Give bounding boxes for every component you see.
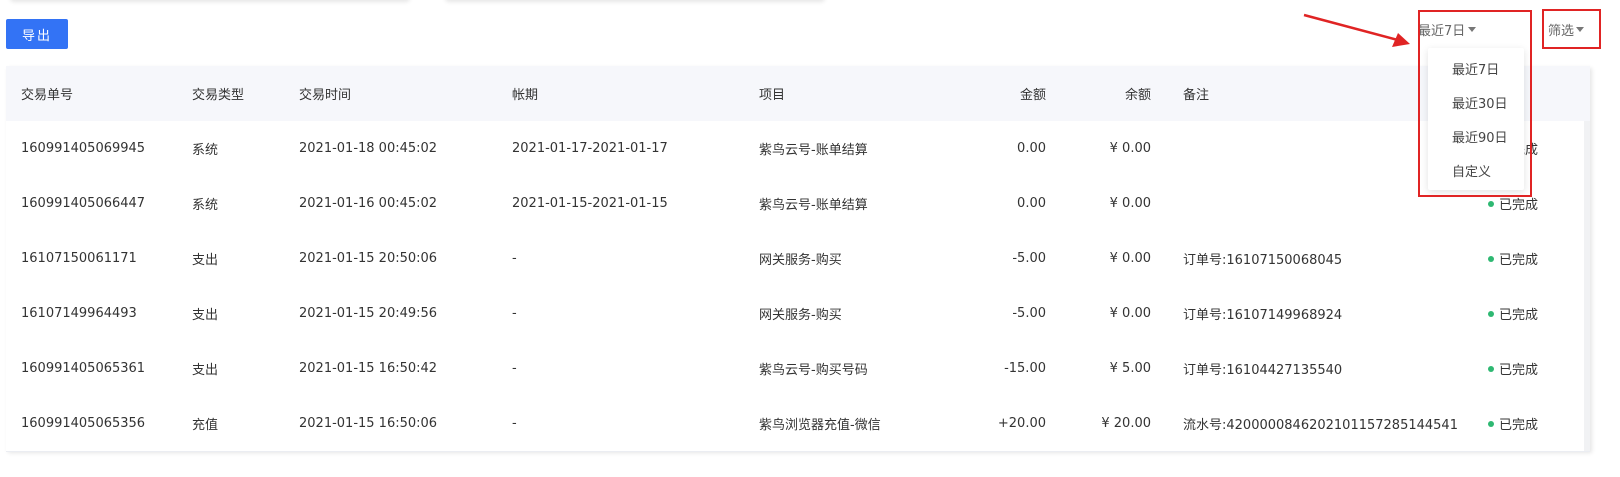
cell-type: 支出 (192, 253, 219, 268)
cell-amount: -5.00 (1012, 251, 1046, 266)
status-badge: 已完成 (1488, 286, 1538, 341)
cell-balance: ¥ 0.00 (1109, 141, 1151, 156)
cell-period: 2021-01-17-2021-01-17 (512, 141, 668, 156)
status-dot-icon (1488, 420, 1494, 427)
cell-item: 紫鸟浏览器充值-微信 (759, 418, 881, 433)
cell-item: 紫鸟云号-账单结算 (759, 198, 868, 213)
cell-amount: -5.00 (1012, 306, 1046, 321)
cell-balance: ¥ 5.00 (1109, 361, 1151, 376)
header-amount: 金额 (1019, 88, 1046, 103)
cell-time: 2021-01-18 00:45:02 (299, 141, 438, 156)
cell-balance: ¥ 0.00 (1109, 196, 1151, 211)
status-label: 已完成 (1499, 308, 1539, 323)
cell-period: - (512, 416, 517, 431)
cell-id: 160991405066447 (21, 196, 146, 211)
status-badge: 已完成 (1488, 396, 1538, 451)
annotation-box-filter (1542, 9, 1601, 49)
table-row[interactable]: 160991405069945 系统 2021-01-18 00:45:02 2… (6, 121, 1590, 177)
cell-balance: ¥ 20.00 (1101, 416, 1151, 431)
annotation-box-range (1418, 10, 1532, 197)
cell-note: 流水号:4200000846202101157285144541 (1183, 418, 1458, 433)
status-dot-icon (1488, 365, 1494, 372)
status-label: 已完成 (1499, 253, 1539, 268)
cell-id: 160991405065356 (21, 416, 146, 431)
table-row[interactable]: 160991405066447 系统 2021-01-16 00:45:02 2… (6, 176, 1590, 232)
cell-amount: 0.00 (1017, 196, 1046, 211)
cell-id: 16107150061171 (21, 251, 137, 266)
cell-balance: ¥ 0.00 (1109, 251, 1151, 266)
cell-time: 2021-01-15 20:49:56 (299, 306, 438, 321)
cell-period: - (512, 251, 517, 266)
header-item: 项目 (759, 88, 786, 103)
cell-type: 支出 (192, 308, 219, 323)
cell-note: 订单号:16107149968924 (1183, 308, 1343, 323)
status-label: 已完成 (1499, 363, 1539, 378)
table-row[interactable]: 160991405065361 支出 2021-01-15 16:50:42 -… (6, 341, 1590, 397)
cell-amount: -15.00 (1004, 361, 1046, 376)
cell-type: 充值 (192, 418, 219, 433)
cell-time: 2021-01-15 20:50:06 (299, 251, 438, 266)
header-id: 交易单号 (21, 88, 74, 103)
cell-time: 2021-01-15 16:50:42 (299, 361, 438, 376)
cell-item: 网关服务-购买 (759, 308, 842, 323)
cell-time: 2021-01-16 00:45:02 (299, 196, 438, 211)
cell-type: 系统 (192, 198, 219, 213)
status-dot-icon (1488, 310, 1494, 317)
cell-item: 紫鸟云号-账单结算 (759, 143, 868, 158)
cell-id: 160991405065361 (21, 361, 146, 376)
vertical-scrollbar[interactable] (1584, 121, 1590, 451)
header-balance: 余额 (1124, 88, 1151, 103)
cell-id: 160991405069945 (21, 141, 146, 156)
status-badge: 已完成 (1488, 231, 1538, 286)
table-row[interactable]: 160991405065356 充值 2021-01-15 16:50:06 -… (6, 396, 1590, 452)
table-header: 交易单号 交易类型 交易时间 帐期 项目 金额 余额 备注 (6, 66, 1590, 121)
cell-period: - (512, 306, 517, 321)
cell-type: 系统 (192, 143, 219, 158)
cell-id: 16107149964493 (21, 306, 137, 321)
cell-balance: ¥ 0.00 (1109, 306, 1151, 321)
header-type: 交易类型 (192, 88, 245, 103)
export-button[interactable]: 导出 (6, 19, 68, 49)
cell-period: - (512, 361, 517, 376)
cell-item: 紫鸟云号-购买号码 (759, 363, 868, 378)
cell-note: 订单号:16104427135540 (1183, 363, 1343, 378)
annotation-arrow-icon (1303, 13, 1410, 47)
cell-period: 2021-01-15-2021-01-15 (512, 196, 668, 211)
cell-amount: 0.00 (1017, 141, 1046, 156)
status-label: 已完成 (1499, 418, 1539, 433)
cell-amount: +20.00 (997, 416, 1046, 431)
status-badge: 已完成 (1488, 341, 1538, 396)
status-dot-icon (1488, 200, 1494, 207)
table-row[interactable]: 16107149964493 支出 2021-01-15 20:49:56 - … (6, 286, 1590, 342)
header-period: 帐期 (512, 88, 539, 103)
cell-type: 支出 (192, 363, 219, 378)
header-time: 交易时间 (299, 88, 352, 103)
status-dot-icon (1488, 255, 1494, 262)
transaction-table: 交易单号 交易类型 交易时间 帐期 项目 金额 余额 备注 1609914050… (6, 66, 1590, 452)
cell-time: 2021-01-15 16:50:06 (299, 416, 438, 431)
cell-note: 订单号:16107150068045 (1183, 253, 1343, 268)
cell-item: 网关服务-购买 (759, 253, 842, 268)
table-row[interactable]: 16107150061171 支出 2021-01-15 20:50:06 - … (6, 231, 1590, 287)
header-note: 备注 (1183, 88, 1210, 103)
